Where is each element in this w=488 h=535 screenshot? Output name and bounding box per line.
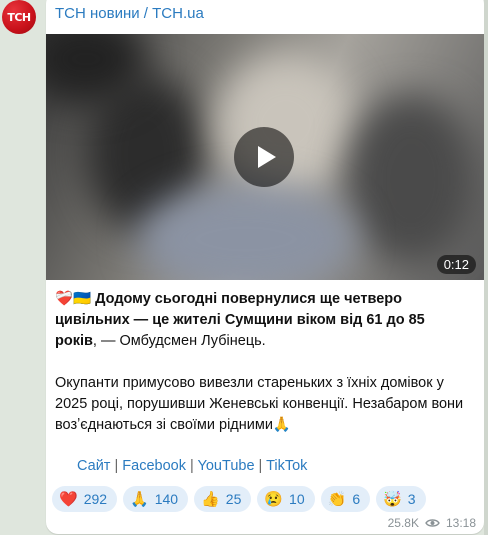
- link-tiktok[interactable]: TikTok: [266, 458, 307, 474]
- channel-avatar[interactable]: ТСН: [2, 0, 36, 34]
- reaction-cry[interactable]: 😢 10: [257, 486, 315, 512]
- reaction-heart[interactable]: ❤️ 292: [52, 486, 118, 512]
- message-time: 13:18: [445, 516, 476, 530]
- eye-icon: [425, 519, 440, 527]
- avatar-logo-text: ТСН: [7, 10, 31, 24]
- reaction-count: 140: [154, 491, 179, 507]
- crying-face-icon: 😢: [264, 490, 284, 508]
- thumbs-up-icon: 👍: [201, 490, 220, 508]
- play-icon: [257, 146, 276, 168]
- channel-name[interactable]: ТСН новини / TCH.ua: [55, 5, 204, 22]
- reaction-count: 25: [225, 491, 242, 507]
- play-button[interactable]: [234, 127, 294, 187]
- reaction-count: 292: [83, 491, 108, 507]
- reaction-count: 10: [289, 491, 305, 507]
- reaction-count: 3: [407, 491, 416, 507]
- reaction-pray[interactable]: 🙏 140: [123, 486, 189, 512]
- video-duration: 0:12: [436, 255, 476, 274]
- link-row: Сайт | Facebook | YouTube | TikTok: [77, 458, 308, 474]
- heart-flag-emoji: ❤️‍🩹🇺🇦: [55, 291, 92, 307]
- reaction-mind-blown[interactable]: 🤯 3: [376, 486, 426, 512]
- video-blur: [136, 184, 356, 280]
- video-blur: [346, 94, 476, 264]
- video-player[interactable]: 0:12: [46, 34, 484, 280]
- mind-blown-icon: 🤯: [383, 490, 402, 508]
- link-youtube[interactable]: YouTube: [198, 458, 255, 474]
- post-paragraph-2: Окупанти примусово вивезли стареньких з …: [55, 375, 464, 433]
- reaction-clap[interactable]: 👏 6: [320, 486, 371, 512]
- clap-icon: 👏: [327, 490, 347, 508]
- reactions-bar: ❤️ 292 🙏 140 👍 25 😢 10 👏 6 🤯 3: [52, 486, 426, 512]
- link-site[interactable]: Сайт: [77, 458, 110, 474]
- pray-icon: 🙏: [130, 490, 149, 508]
- post-text: ❤️‍🩹🇺🇦 Додому сьогодні повернулися ще че…: [55, 289, 465, 436]
- reaction-thumbs-up[interactable]: 👍 25: [194, 486, 252, 512]
- heart-icon: ❤️: [59, 490, 78, 508]
- post-rest-text: , — Омбудсмен Лубінець.: [92, 333, 266, 349]
- view-count: 25.8K: [387, 516, 419, 530]
- message-meta: 25.8K 13:18: [388, 516, 476, 530]
- link-facebook[interactable]: Facebook: [122, 458, 186, 474]
- reaction-count: 6: [352, 491, 361, 507]
- scrollbar[interactable]: [484, 0, 488, 535]
